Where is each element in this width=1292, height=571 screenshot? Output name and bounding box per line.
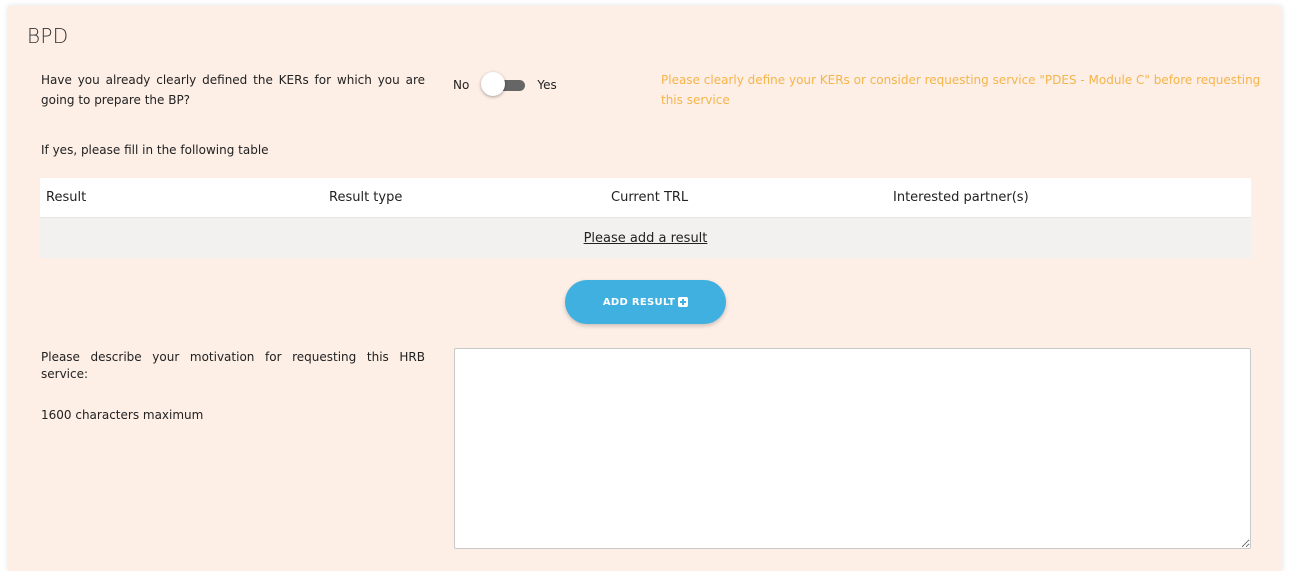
column-header-result-type: Result type <box>329 190 403 205</box>
table-instruction: If yes, please fill in the following tab… <box>41 143 269 157</box>
section-title: BPD <box>27 24 69 48</box>
column-header-interested-partners: Interested partner(s) <box>893 190 1029 205</box>
column-header-current-trl: Current TRL <box>611 190 689 205</box>
motivation-label: Please describe your motivation for requ… <box>41 350 425 381</box>
toggle-knob[interactable] <box>481 72 506 96</box>
add-result-link[interactable]: Please add a result <box>584 231 708 246</box>
results-table-header: Result Result type Current TRL Intereste… <box>40 178 1251 218</box>
ker-defined-toggle[interactable] <box>481 72 526 96</box>
ker-question-label: Have you already clearly defined the KER… <box>41 73 425 107</box>
column-header-result: Result <box>46 190 87 205</box>
bpd-panel: BPD Have you already clearly defined the… <box>8 6 1282 571</box>
add-result-button[interactable]: ADD RESULT <box>565 280 726 324</box>
ker-warning-message: Please clearly define your KERs or consi… <box>661 73 1261 107</box>
plus-square-icon <box>678 297 689 307</box>
toggle-no-label: No <box>453 78 470 92</box>
add-result-button-label: ADD RESULT <box>602 296 676 308</box>
motivation-textarea[interactable] <box>454 348 1251 549</box>
ker-toggle-group: No Yes <box>453 72 557 98</box>
motivation-char-limit: 1600 characters maximum <box>41 408 204 422</box>
results-table-empty-row: Please add a result <box>40 218 1251 258</box>
results-table: Result Result type Current TRL Intereste… <box>40 178 1251 258</box>
toggle-yes-label: Yes <box>537 78 557 92</box>
